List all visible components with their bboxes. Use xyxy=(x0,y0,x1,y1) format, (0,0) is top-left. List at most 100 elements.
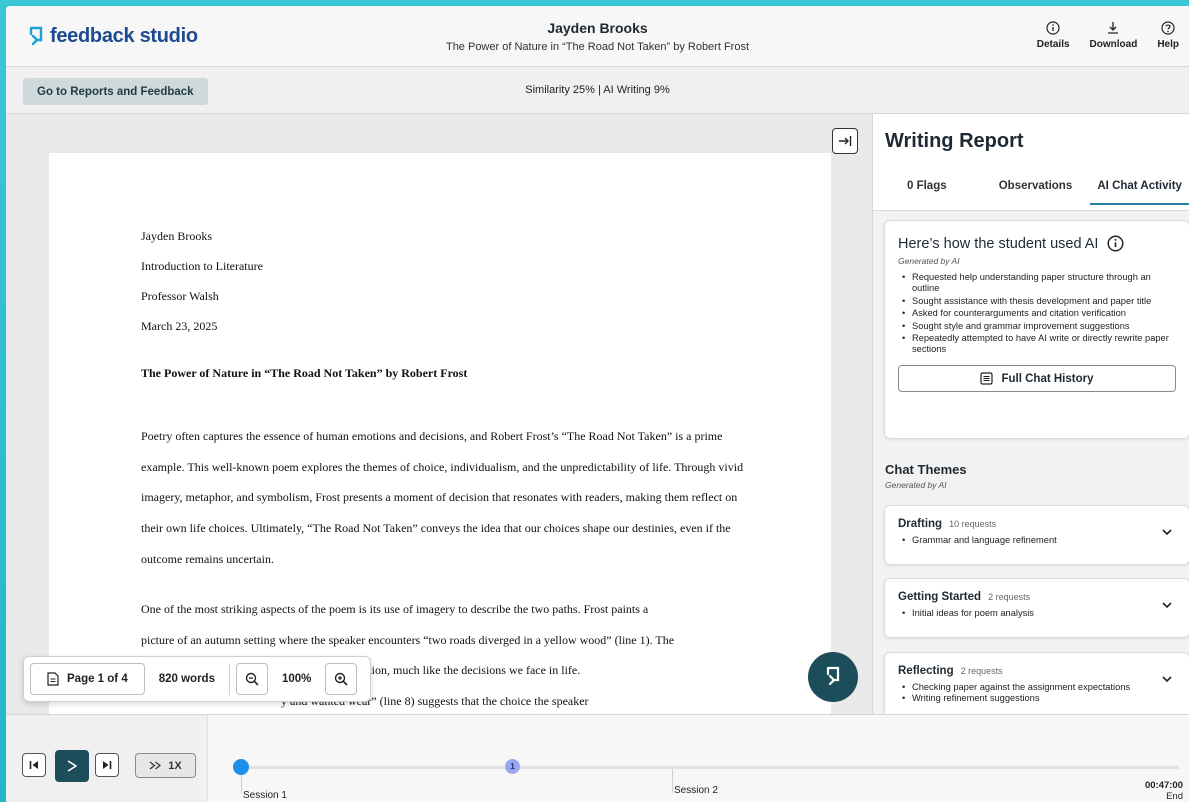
list-item: Sought style and grammar improvement sug… xyxy=(898,321,1176,332)
feedback-studio-icon xyxy=(826,666,840,686)
theme-items: Initial ideas for poem analysis xyxy=(898,608,1176,619)
zoom-in-icon xyxy=(335,672,348,686)
zoom-level: 100% xyxy=(281,673,312,685)
chevron-down-icon[interactable] xyxy=(1161,599,1173,611)
word-count: 820 words xyxy=(158,673,215,685)
theme-drafting[interactable]: Drafting 10 requests Grammar and languag… xyxy=(884,505,1189,565)
theme-header: Getting Started 2 requests xyxy=(898,591,1176,603)
chevron-down-icon[interactable] xyxy=(1161,526,1173,538)
panel-header: Writing Report 0 Flags Observations AI C… xyxy=(873,114,1189,211)
theme-name: Drafting xyxy=(898,518,943,530)
chat-themes-title: Chat Themes xyxy=(885,462,967,477)
chat-themes-generated-note: Generated by AI xyxy=(885,480,947,490)
list-item: Writing refinement suggestions xyxy=(898,693,1176,704)
fast-forward-icon xyxy=(149,761,162,770)
list-item: Requested help understanding paper struc… xyxy=(898,272,1176,294)
professor-line: Professor Walsh xyxy=(141,289,219,303)
theme-items: Grammar and language refinement xyxy=(898,535,1176,546)
theme-getting-started[interactable]: Getting Started 2 requests Initial ideas… xyxy=(884,578,1189,638)
theme-reflecting[interactable]: Reflecting 2 requests Checking paper aga… xyxy=(884,652,1189,714)
date-line: March 23, 2025 xyxy=(141,319,218,333)
download-button[interactable]: Download xyxy=(1080,21,1148,50)
full-chat-history-label: Full Chat History xyxy=(1001,372,1094,385)
tab-flags[interactable]: 0 Flags xyxy=(873,176,981,205)
panel-title: Writing Report xyxy=(885,130,1024,152)
help-icon xyxy=(1161,21,1175,35)
feedback-studio-fab-button[interactable] xyxy=(808,652,858,702)
timeline-event-marker[interactable]: 1 xyxy=(505,759,520,774)
page-label: Page 1 of 4 xyxy=(67,673,128,685)
writing-report-panel: Writing Report 0 Flags Observations AI C… xyxy=(872,114,1189,714)
download-icon xyxy=(1108,22,1119,34)
ai-usage-list: Requested help understanding paper struc… xyxy=(898,272,1176,355)
paper-title: The Power of Nature in “The Road Not Tak… xyxy=(445,41,750,53)
play-button[interactable] xyxy=(55,750,89,782)
page-navigation-bar: Page 1 of 4 820 words 100% xyxy=(23,656,371,702)
paragraph-1: Poetry often captures the essence of hum… xyxy=(141,429,744,566)
page-indicator[interactable]: Page 1 of 4 xyxy=(30,663,145,695)
list-icon xyxy=(980,372,994,385)
document-titles: Jayden Brooks The Power of Nature in “Th… xyxy=(6,20,1189,53)
playback-speed-value: 1X xyxy=(168,759,182,772)
chevron-down-icon[interactable] xyxy=(1161,673,1173,685)
zoom-out-button[interactable] xyxy=(235,663,268,695)
play-icon xyxy=(67,760,77,772)
end-time-value: 00:47:00 xyxy=(1144,780,1183,791)
download-label: Download xyxy=(1089,39,1138,50)
skip-back-icon xyxy=(29,761,38,769)
timeline-track[interactable] xyxy=(241,766,1179,769)
document-icon xyxy=(47,672,59,686)
theme-items: Checking paper against the assignment ex… xyxy=(898,682,1176,704)
paragraph-2-line-2: picture of an autumn setting where the s… xyxy=(141,632,675,647)
help-button[interactable]: Help xyxy=(1147,21,1189,50)
end-time-label: End xyxy=(1166,791,1183,802)
list-item: Repeatedly attempted to have AI write or… xyxy=(898,333,1176,355)
ai-usage-heading: Here’s how the student used AI xyxy=(898,235,1176,252)
theme-header: Reflecting 2 requests xyxy=(898,665,1176,677)
info-icon[interactable] xyxy=(1107,235,1124,252)
similarity-scores: Similarity 25% | AI Writing 9% xyxy=(525,84,670,96)
ai-usage-heading-text: Here’s how the student used AI xyxy=(898,235,1099,252)
theme-count: 2 requests xyxy=(988,592,1031,602)
tab-observations[interactable]: Observations xyxy=(981,176,1091,205)
list-item: Asked for counterarguments and citation … xyxy=(898,308,1176,319)
list-item: Checking paper against the assignment ex… xyxy=(898,682,1176,693)
zoom-in-button[interactable] xyxy=(325,663,358,695)
session-1-label: Session 1 xyxy=(243,790,287,801)
student-name: Jayden Brooks xyxy=(547,20,648,36)
zoom-out-icon xyxy=(245,672,259,686)
theme-name: Reflecting xyxy=(898,665,954,677)
list-item: Initial ideas for poem analysis xyxy=(898,608,1176,619)
pager-divider xyxy=(228,663,230,695)
info-icon xyxy=(1046,21,1060,35)
details-button[interactable]: Details xyxy=(1027,21,1080,50)
list-item: Grammar and language refinement xyxy=(898,535,1176,546)
details-label: Details xyxy=(1036,39,1070,50)
app-window: feedback studio Jayden Brooks The Power … xyxy=(6,6,1189,802)
playback-speed-button[interactable]: 1X xyxy=(135,753,196,778)
skip-to-end-button[interactable] xyxy=(95,753,119,777)
end-time: 00:47:00 End xyxy=(1145,780,1183,802)
theme-header: Drafting 10 requests xyxy=(898,518,1176,530)
full-chat-history-button[interactable]: Full Chat History xyxy=(898,365,1176,392)
document-viewer[interactable]: Jayden Brooks Introduction to Literature… xyxy=(6,114,872,714)
timeline-scrubber[interactable] xyxy=(233,759,249,775)
skip-to-start-button[interactable] xyxy=(22,753,46,777)
paragraph-2-line-1: One of the most striking aspects of the … xyxy=(141,602,649,616)
playback-controls: 1X xyxy=(6,715,208,802)
arrow-right-bar-icon xyxy=(839,136,852,146)
ai-usage-card: Here’s how the student used AI Generated… xyxy=(884,220,1189,439)
theme-name: Getting Started xyxy=(898,591,982,603)
document-title: The Power of Nature in “The Road Not Tak… xyxy=(141,366,468,380)
collapse-panel-button[interactable] xyxy=(832,128,858,154)
author-line: Jayden Brooks xyxy=(141,229,212,243)
list-item: Sought assistance with thesis developmen… xyxy=(898,296,1176,307)
generated-by-ai-note: Generated by AI xyxy=(898,256,960,266)
theme-count: 2 requests xyxy=(960,666,1003,676)
session-2-tick xyxy=(672,769,673,793)
top-header: feedback studio Jayden Brooks The Power … xyxy=(6,6,1189,67)
skip-forward-icon xyxy=(103,761,112,769)
theme-count: 10 requests xyxy=(949,519,997,529)
header-actions: Details Download Help xyxy=(1027,21,1189,50)
tab-ai-chat-activity[interactable]: AI Chat Activity xyxy=(1090,176,1189,205)
